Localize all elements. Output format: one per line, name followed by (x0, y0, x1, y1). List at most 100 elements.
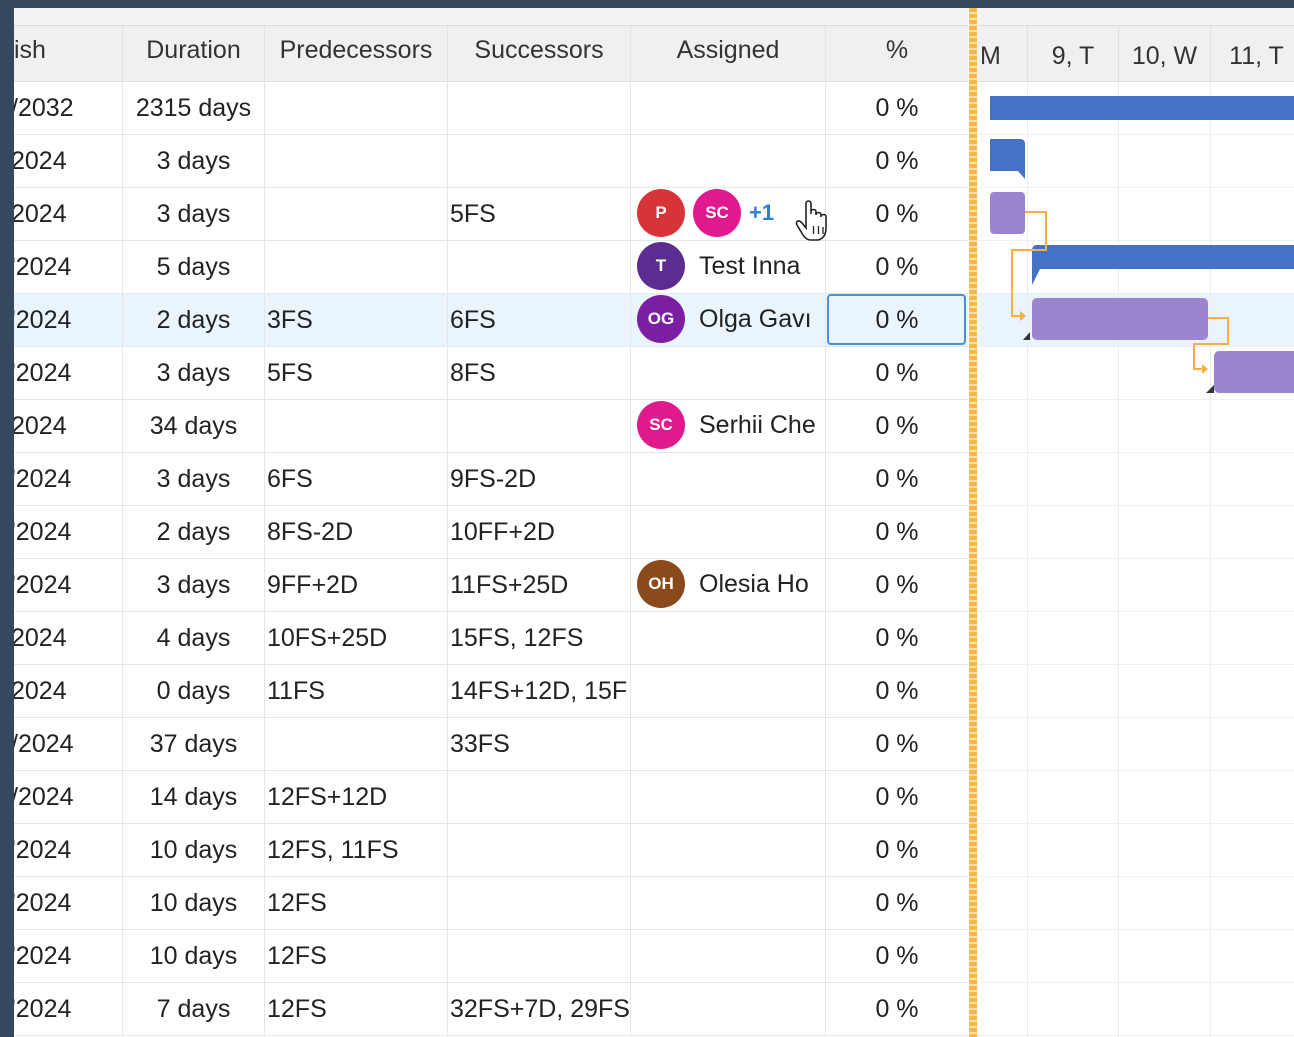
cell-successors[interactable] (448, 877, 631, 929)
cell-assigned[interactable]: OG Olga Gavı (631, 294, 826, 346)
cell-percent[interactable]: 0 % (826, 877, 968, 929)
cell-predecessors[interactable]: 11FS (265, 665, 448, 717)
cell-assigned[interactable] (631, 135, 826, 187)
cell-predecessors[interactable] (265, 188, 448, 240)
avatar[interactable]: P (637, 189, 685, 238)
cell-finish[interactable]: '2024 (14, 506, 123, 558)
cell-finish[interactable]: '2024 (14, 347, 123, 399)
cell-assigned[interactable] (631, 930, 826, 982)
cell-duration[interactable]: 3 days (123, 347, 265, 399)
cell-percent[interactable]: 0 % (826, 135, 968, 187)
cell-assigned[interactable] (631, 824, 826, 876)
cell-successors[interactable]: 33FS (448, 718, 631, 770)
table-row[interactable]: '2024 2 days 3FS 6FS OG Olga Gavı 0 % (14, 294, 968, 347)
cell-successors[interactable]: 5FS (448, 188, 631, 240)
cell-successors[interactable]: 10FF+2D (448, 506, 631, 558)
table-row[interactable]: '2024 10 days 12FS 0 % (14, 930, 968, 983)
cell-successors[interactable]: 15FS, 12FS (448, 612, 631, 664)
cell-duration[interactable]: 2315 days (123, 82, 265, 134)
cell-duration[interactable]: 2 days (123, 294, 265, 346)
cell-percent[interactable]: 0 % (826, 665, 968, 717)
cell-predecessors[interactable]: 12FS (265, 983, 448, 1035)
cell-duration[interactable]: 3 days (123, 453, 265, 505)
cell-assigned[interactable] (631, 347, 826, 399)
table-row[interactable]: '2024 3 days 9FF+2D 11FS+25D OH Olesia Ho 0 % (14, 559, 968, 612)
cell-duration[interactable]: 14 days (123, 771, 265, 823)
cell-duration[interactable]: 10 days (123, 824, 265, 876)
table-row[interactable]: 2024 34 days SC Serhii Che 0 % (14, 400, 968, 453)
avatar[interactable]: SC (693, 189, 741, 238)
avatar[interactable]: OG (637, 295, 685, 344)
table-row[interactable]: '2024 5 days T Test Inna 0 % (14, 241, 968, 294)
cell-duration[interactable]: 3 days (123, 188, 265, 240)
cell-duration[interactable]: 3 days (123, 135, 265, 187)
cell-duration[interactable]: 10 days (123, 877, 265, 929)
cell-assigned[interactable]: OH Olesia Ho (631, 559, 826, 611)
cell-successors[interactable]: 9FS-2D (448, 453, 631, 505)
cell-finish[interactable]: '2024 (14, 453, 123, 505)
cell-duration[interactable]: 34 days (123, 400, 265, 452)
table-row[interactable]: '2024 2 days 8FS-2D 10FF+2D 0 % (14, 506, 968, 559)
summary-bar[interactable] (1032, 245, 1294, 285)
cell-predecessors[interactable]: 6FS (265, 453, 448, 505)
cell-percent[interactable]: 0 % (826, 506, 968, 558)
cell-finish[interactable]: '2024 (14, 930, 123, 982)
table-row[interactable]: 2024 3 days 0 % (14, 135, 968, 188)
col-header-assigned[interactable]: Assigned (631, 26, 826, 82)
cell-finish[interactable]: '2024 (14, 294, 123, 346)
more-assignees-link[interactable]: +1 (749, 188, 774, 239)
cell-finish[interactable]: 2024 (14, 135, 123, 187)
cell-duration[interactable]: 7 days (123, 983, 265, 1035)
col-header-successors[interactable]: Successors (448, 26, 631, 82)
cell-percent[interactable]: 0 % (826, 82, 968, 134)
task-bar[interactable] (990, 192, 1025, 234)
cell-successors[interactable] (448, 771, 631, 823)
cell-predecessors[interactable] (265, 241, 448, 293)
avatar[interactable]: SC (637, 401, 685, 450)
cell-predecessors[interactable]: 8FS-2D (265, 506, 448, 558)
cell-assigned[interactable] (631, 506, 826, 558)
cell-predecessors[interactable]: 9FF+2D (265, 559, 448, 611)
table-row[interactable]: '2024 10 days 12FS 0 % (14, 877, 968, 930)
cell-percent[interactable]: 0 % (826, 347, 968, 399)
table-row[interactable]: /2024 37 days 33FS 0 % (14, 718, 968, 771)
cell-successors[interactable]: 11FS+25D (448, 559, 631, 611)
avatar[interactable]: OH (637, 560, 685, 609)
cell-assigned[interactable]: SC Serhii Che (631, 400, 826, 452)
cell-percent[interactable]: 0 % (826, 453, 968, 505)
col-header-finish[interactable]: ish (14, 26, 123, 82)
cell-predecessors[interactable]: 12FS+12D (265, 771, 448, 823)
cell-duration[interactable]: 0 days (123, 665, 265, 717)
avatar[interactable]: T (637, 242, 685, 291)
cell-assigned[interactable] (631, 718, 826, 770)
cell-finish[interactable]: '2024 (14, 877, 123, 929)
cell-predecessors[interactable]: 12FS (265, 930, 448, 982)
cell-assigned[interactable] (631, 453, 826, 505)
cell-percent[interactable]: 0 % (826, 718, 968, 770)
summary-bar[interactable] (990, 96, 1294, 120)
cell-assigned[interactable]: T Test Inna (631, 241, 826, 293)
cell-percent[interactable]: 0 % (826, 400, 968, 452)
cell-predecessors[interactable]: 3FS (265, 294, 448, 346)
cell-assigned[interactable] (631, 877, 826, 929)
cell-finish[interactable]: /2024 (14, 771, 123, 823)
table-row[interactable]: /2024 14 days 12FS+12D 0 % (14, 771, 968, 824)
cell-predecessors[interactable]: 10FS+25D (265, 612, 448, 664)
cell-successors[interactable]: 8FS (448, 347, 631, 399)
table-row[interactable]: 2024 0 days 11FS 14FS+12D, 15F 0 % (14, 665, 968, 718)
cell-finish[interactable]: '2024 (14, 824, 123, 876)
cell-predecessors[interactable] (265, 400, 448, 452)
cell-percent[interactable]: 0 % (826, 612, 968, 664)
summary-bar[interactable] (990, 139, 1025, 179)
cell-successors[interactable]: 32FS+7D, 29FS (448, 983, 631, 1035)
cell-percent[interactable]: 0 % (826, 188, 968, 240)
cell-percent[interactable]: 0 % (826, 824, 968, 876)
cell-finish[interactable]: /2032 (14, 82, 123, 134)
cell-assigned[interactable] (631, 665, 826, 717)
cell-duration[interactable]: 2 days (123, 506, 265, 558)
cell-finish[interactable]: 2024 (14, 612, 123, 664)
col-header-predecessors[interactable]: Predecessors (265, 26, 448, 82)
cell-finish[interactable]: '2024 (14, 559, 123, 611)
cell-duration[interactable]: 5 days (123, 241, 265, 293)
cell-successors[interactable] (448, 930, 631, 982)
